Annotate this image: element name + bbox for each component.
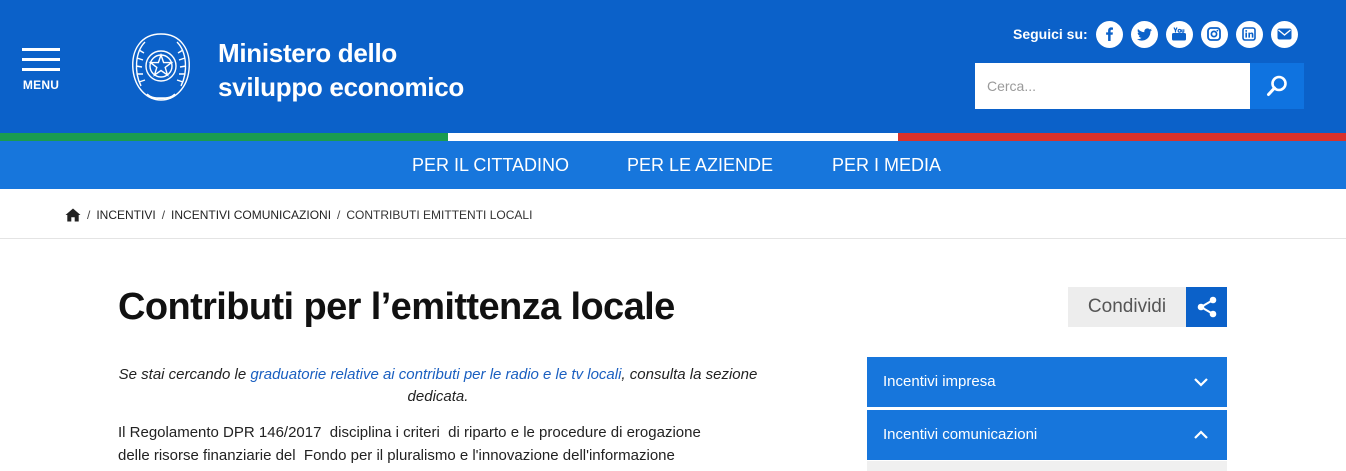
- site-header: MENU Ministero dello sviluppo economico …: [0, 0, 1346, 133]
- hamburger-icon: [22, 48, 60, 51]
- body-paragraph: Il Regolamento DPR 146/2017 disciplina i…: [118, 421, 738, 467]
- breadcrumb-item-incentivi-comunicazioni[interactable]: INCENTIVI COMUNICAZIONI: [171, 208, 331, 222]
- sidebar-submenu: [867, 461, 1227, 471]
- linkedin-icon[interactable]: [1235, 20, 1263, 48]
- body-line: delle risorse finanziarie del Fondo per …: [118, 447, 675, 464]
- notice-text: Se stai cercando le graduatorie relative…: [118, 364, 758, 408]
- sidebar-item-incentivi-impresa[interactable]: Incentivi impresa: [867, 357, 1227, 407]
- ministry-name-line1: Ministero dello: [218, 38, 397, 68]
- chevron-down-icon: [1194, 378, 1208, 387]
- hamburger-icon-bar: [22, 68, 60, 71]
- chevron-up-icon: [1194, 430, 1208, 439]
- breadcrumb-separator: /: [161, 208, 166, 222]
- graduatorie-link[interactable]: graduatorie relative ai contributi per l…: [250, 366, 621, 383]
- notice-text-before: Se stai cercando le: [118, 366, 251, 383]
- search-input[interactable]: [975, 63, 1250, 109]
- ministry-name-line2: sviluppo economico: [218, 72, 464, 102]
- sidebar-item-incentivi-comunicazioni[interactable]: Incentivi comunicazioni: [867, 410, 1227, 460]
- nav-item-aziende[interactable]: PER LE AZIENDE: [627, 141, 773, 189]
- nav-item-media[interactable]: PER I MEDIA: [832, 141, 941, 189]
- breadcrumb-item-incentivi[interactable]: INCENTIVI: [96, 208, 155, 222]
- share-widget: Condividi: [1068, 287, 1227, 327]
- menu-label: MENU: [22, 78, 60, 92]
- hamburger-icon-bar: [22, 58, 60, 61]
- breadcrumb: / INCENTIVI / INCENTIVI COMUNICAZIONI / …: [65, 205, 532, 225]
- search-button[interactable]: [1250, 63, 1304, 109]
- breadcrumb-separator: /: [337, 208, 341, 222]
- nav-item-cittadino[interactable]: PER IL CITTADINO: [412, 141, 569, 189]
- facebook-icon[interactable]: [1095, 20, 1123, 48]
- breadcrumb-divider: [0, 238, 1346, 239]
- email-icon[interactable]: [1270, 20, 1298, 48]
- sidebar-item-label: Incentivi comunicazioni: [883, 426, 1038, 443]
- home-icon[interactable]: [65, 208, 81, 222]
- emblem-icon[interactable]: [125, 28, 197, 106]
- main-nav: PER IL CITTADINO PER LE AZIENDE PER I ME…: [0, 141, 1346, 189]
- sidebar-item-label: Incentivi impresa: [883, 373, 996, 390]
- flag-stripe-red: [898, 133, 1346, 141]
- breadcrumb-separator: /: [87, 208, 91, 222]
- flag-stripe-green: [0, 133, 448, 141]
- share-icon: [1197, 296, 1216, 318]
- body-line: Il Regolamento DPR 146/2017 disciplina i…: [118, 424, 701, 441]
- ministry-name[interactable]: Ministero dello sviluppo economico: [218, 36, 464, 104]
- search-icon: [1267, 75, 1287, 96]
- twitter-icon[interactable]: [1130, 20, 1158, 48]
- instagram-icon[interactable]: [1200, 20, 1228, 48]
- breadcrumb-item-current: CONTRIBUTI EMITTENTI LOCALI: [346, 208, 533, 222]
- youtube-icon[interactable]: [1165, 20, 1193, 48]
- social-links: Seguici su:: [1013, 20, 1298, 48]
- share-button[interactable]: [1186, 287, 1227, 327]
- menu-button[interactable]: MENU: [22, 48, 60, 92]
- follow-label: Seguici su:: [1013, 26, 1088, 42]
- page-title: Contributi per l’emittenza locale: [118, 286, 675, 328]
- flag-stripe-white: [448, 133, 898, 141]
- share-button-label[interactable]: Condividi: [1068, 287, 1186, 327]
